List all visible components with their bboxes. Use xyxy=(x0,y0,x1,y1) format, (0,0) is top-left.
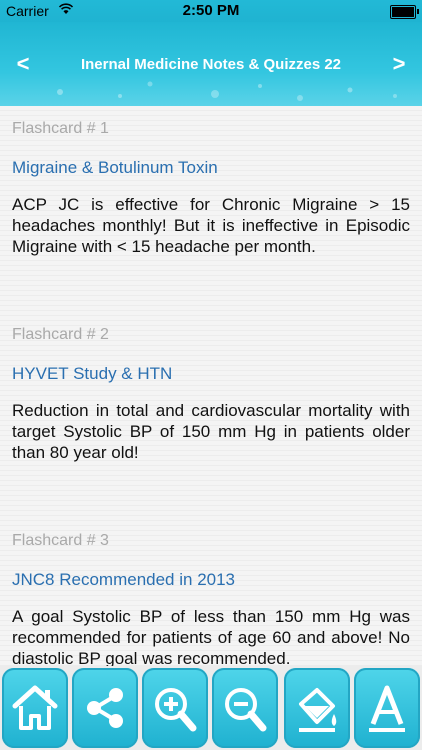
battery-icon xyxy=(390,5,419,19)
clock: 2:50 PM xyxy=(182,2,240,19)
share-button[interactable] xyxy=(72,668,138,748)
flashcard-number: Flashcard # 1 xyxy=(12,120,109,137)
status-bar: Carrier 2:50 PM xyxy=(0,0,422,22)
flashcard-number: Flashcard # 3 xyxy=(12,532,109,549)
zoom-out-button[interactable] xyxy=(212,668,278,748)
zoom-in-icon xyxy=(155,688,197,732)
flashcard-title: Migraine & Botulinum Toxin xyxy=(12,158,218,177)
font-icon xyxy=(369,685,405,732)
zoom-out-icon xyxy=(225,688,267,732)
flashcard-3: Flashcard # 3 JNC8 Recommended in 2013 A… xyxy=(12,532,410,666)
share-icon xyxy=(87,688,123,728)
paint-bucket-icon xyxy=(299,688,337,732)
flashcard-title: HYVET Study & HTN xyxy=(12,364,173,383)
flashcard-2: Flashcard # 2 HYVET Study & HTN Reductio… xyxy=(12,326,410,463)
flashcard-list[interactable]: Flashcard # 1 Migraine & Botulinum Toxin… xyxy=(0,106,422,666)
color-button[interactable] xyxy=(284,668,350,748)
home-icon xyxy=(12,685,58,730)
nav-bar: < Inernal Medicine Notes & Quizzes 22 > xyxy=(0,22,422,106)
font-button[interactable] xyxy=(354,668,420,748)
zoom-in-button[interactable] xyxy=(142,668,208,748)
bottom-toolbar xyxy=(0,666,422,750)
flashcard-number: Flashcard # 2 xyxy=(12,326,109,343)
next-button[interactable]: > xyxy=(384,50,414,80)
flashcard-body: A goal Systolic BP of less than 150 mm H… xyxy=(12,607,410,666)
back-button[interactable]: < xyxy=(8,50,38,80)
flashcard-title: JNC8 Recommended in 2013 xyxy=(12,570,236,589)
page-title: Inernal Medicine Notes & Quizzes 22 xyxy=(80,56,342,73)
flashcard-body: Reduction in total and cardiovascular mo… xyxy=(12,401,410,462)
home-button[interactable] xyxy=(2,668,68,748)
flashcard-1: Flashcard # 1 Migraine & Botulinum Toxin… xyxy=(12,120,410,257)
flashcard-body: ACP JC is effective for Chronic Migraine… xyxy=(12,195,410,256)
